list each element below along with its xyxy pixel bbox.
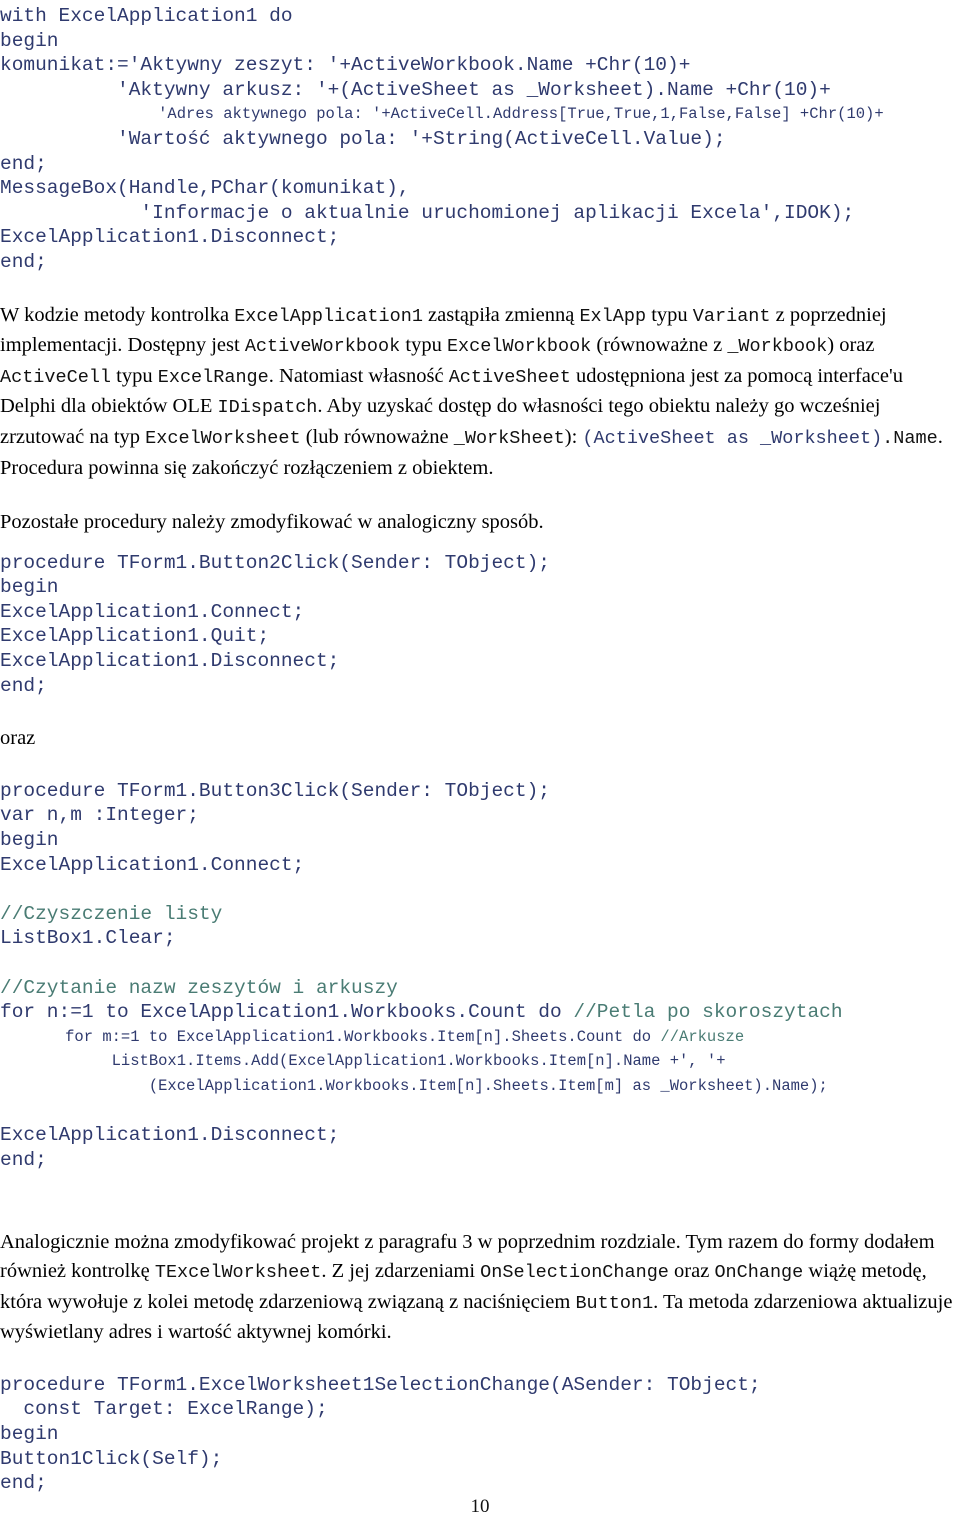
body-text: oraz: [0, 727, 36, 750]
code-line: 'Aktywny arkusz: '+(ActiveSheet as _Work…: [0, 78, 831, 101]
code-line: procedure TForm1.ExcelWorksheet1Selectio…: [0, 1373, 761, 1396]
inline-code: _Workbook: [727, 336, 828, 358]
code-block-4: procedure TForm1.ExcelWorksheet1Selectio…: [0, 1373, 960, 1496]
code-line: for m:=1 to ExcelApplication1.Workbooks.…: [0, 1025, 960, 1050]
body-text: ):: [564, 425, 583, 448]
code-line: ExcelApplication1.Connect;: [0, 600, 305, 623]
paragraph-3-oraz: oraz: [0, 724, 960, 753]
code-line: begin: [0, 829, 59, 852]
body-text: ) oraz: [827, 334, 875, 357]
body-text: (równoważne z: [591, 334, 728, 357]
code-line: ExcelApplication1.Connect;: [0, 853, 305, 876]
inline-code: OnSelectionChange: [480, 1261, 669, 1283]
code-line: 'Wartość aktywnego pola: '+String(Active…: [0, 127, 726, 150]
code-line: (ExcelApplication1.Workbooks.Item[n].She…: [0, 1076, 828, 1095]
code-line: komunikat:='Aktywny zeszyt: '+ActiveWork…: [0, 54, 691, 77]
inline-code: IDispatch: [217, 397, 318, 419]
body-text: typu: [400, 334, 447, 357]
inline-code: ExcelApplication1: [234, 305, 423, 327]
code-line: end;: [0, 1148, 47, 1171]
paragraph-2: Pozostałe procedury należy zmodyfikować …: [0, 508, 960, 537]
inline-code: _WorkSheet: [453, 427, 565, 449]
code-line: Button1Click(Self);: [0, 1447, 223, 1470]
body-text: Pozostałe procedury należy zmodyfikować …: [0, 511, 544, 534]
body-text: . Z jej zdarzeniami: [321, 1259, 481, 1282]
inline-code: Variant: [692, 305, 771, 327]
code-block-3: procedure TForm1.Button3Click(Sender: TO…: [0, 779, 960, 1173]
body-text: (lub równoważne: [300, 425, 454, 448]
body-text: zastąpiła zmienną: [422, 303, 580, 326]
body-text: typu: [111, 364, 158, 387]
code-line: begin: [0, 29, 59, 52]
code-line: ExcelApplication1.Disconnect;: [0, 650, 340, 673]
code-block-2: procedure TForm1.Button2Click(Sender: TO…: [0, 551, 960, 699]
page-number: 10: [470, 1496, 490, 1517]
code-block-1: with ExcelApplication1 do begin komunikat:…: [0, 4, 960, 275]
code-line: ExcelApplication1.Disconnect;: [0, 226, 340, 249]
inline-code: (ActiveSheet as _Worksheet): [582, 427, 883, 449]
inline-code: ActiveCell: [0, 366, 112, 388]
code-line: for n:=1 to ExcelApplication1.Workbooks.…: [0, 1000, 960, 1025]
code-line: ListBox1.Items.Add(ExcelApplication1.Wor…: [0, 1052, 726, 1071]
code-line: var n,m :Integer;: [0, 804, 199, 827]
inline-code: TExcelWorksheet: [154, 1261, 322, 1283]
code-line: ExcelApplication1.Disconnect;: [0, 1124, 340, 1147]
paragraph-1: W kodzie metody kontrolka ExcelApplicati…: [0, 301, 960, 483]
code-line: begin: [0, 576, 59, 599]
code-line: ExcelApplication1.Quit;: [0, 625, 270, 648]
code-line: begin: [0, 1422, 59, 1445]
inline-code: ExlApp: [579, 305, 647, 327]
code-line: procedure TForm1.Button3Click(Sender: TO…: [0, 779, 550, 802]
body-text: oraz: [668, 1259, 715, 1282]
code-line: procedure TForm1.Button2Click(Sender: TO…: [0, 551, 550, 574]
code-line: 'Informacje o aktualnie uruchomionej apl…: [0, 201, 855, 224]
code-line: MessageBox(Handle,PChar(komunikat),: [0, 177, 410, 200]
code-line: end;: [0, 1472, 47, 1495]
code-comment: //Czyszczenie listy: [0, 902, 223, 925]
inline-code: ExcelWorksheet: [145, 427, 301, 449]
document-page: with ExcelApplication1 do begin komunikat:…: [0, 0, 960, 1532]
inline-code: Button1: [575, 1292, 654, 1314]
code-line: ListBox1.Clear;: [0, 927, 176, 950]
code-comment: //Czytanie nazw zeszytów i arkuszy: [0, 976, 398, 999]
code-line: end;: [0, 674, 47, 697]
inline-code: ExcelRange: [157, 366, 269, 388]
inline-code: ActiveSheet: [448, 366, 571, 388]
code-text: for m:=1 to ExcelApplication1.Workbooks.…: [0, 1027, 661, 1046]
code-text: for n:=1 to ExcelApplication1.Workbooks.…: [0, 1001, 574, 1024]
body-text: . Natomiast własność: [268, 364, 449, 387]
code-line: const Target: ExcelRange);: [0, 1398, 328, 1421]
code-comment: //Petla po skoroszytach: [573, 1001, 843, 1024]
code-line: end;: [0, 250, 47, 273]
body-text: typu: [646, 303, 693, 326]
code-line: end;: [0, 152, 47, 175]
code-comment: //Arkusze: [660, 1027, 745, 1046]
paragraph-4: Analogicznie można zmodyfikować projekt …: [0, 1228, 960, 1346]
body-text: W kodzie metody kontrolka: [0, 303, 235, 326]
code-line: 'Adres aktywnego pola: '+ActiveCell.Addr…: [0, 105, 884, 124]
inline-code: .Name: [882, 427, 938, 449]
inline-code: ActiveWorkbook: [244, 336, 401, 358]
inline-code: ExcelWorkbook: [446, 336, 592, 358]
inline-code: OnChange: [714, 1261, 804, 1283]
code-line: with ExcelApplication1 do: [0, 5, 293, 27]
